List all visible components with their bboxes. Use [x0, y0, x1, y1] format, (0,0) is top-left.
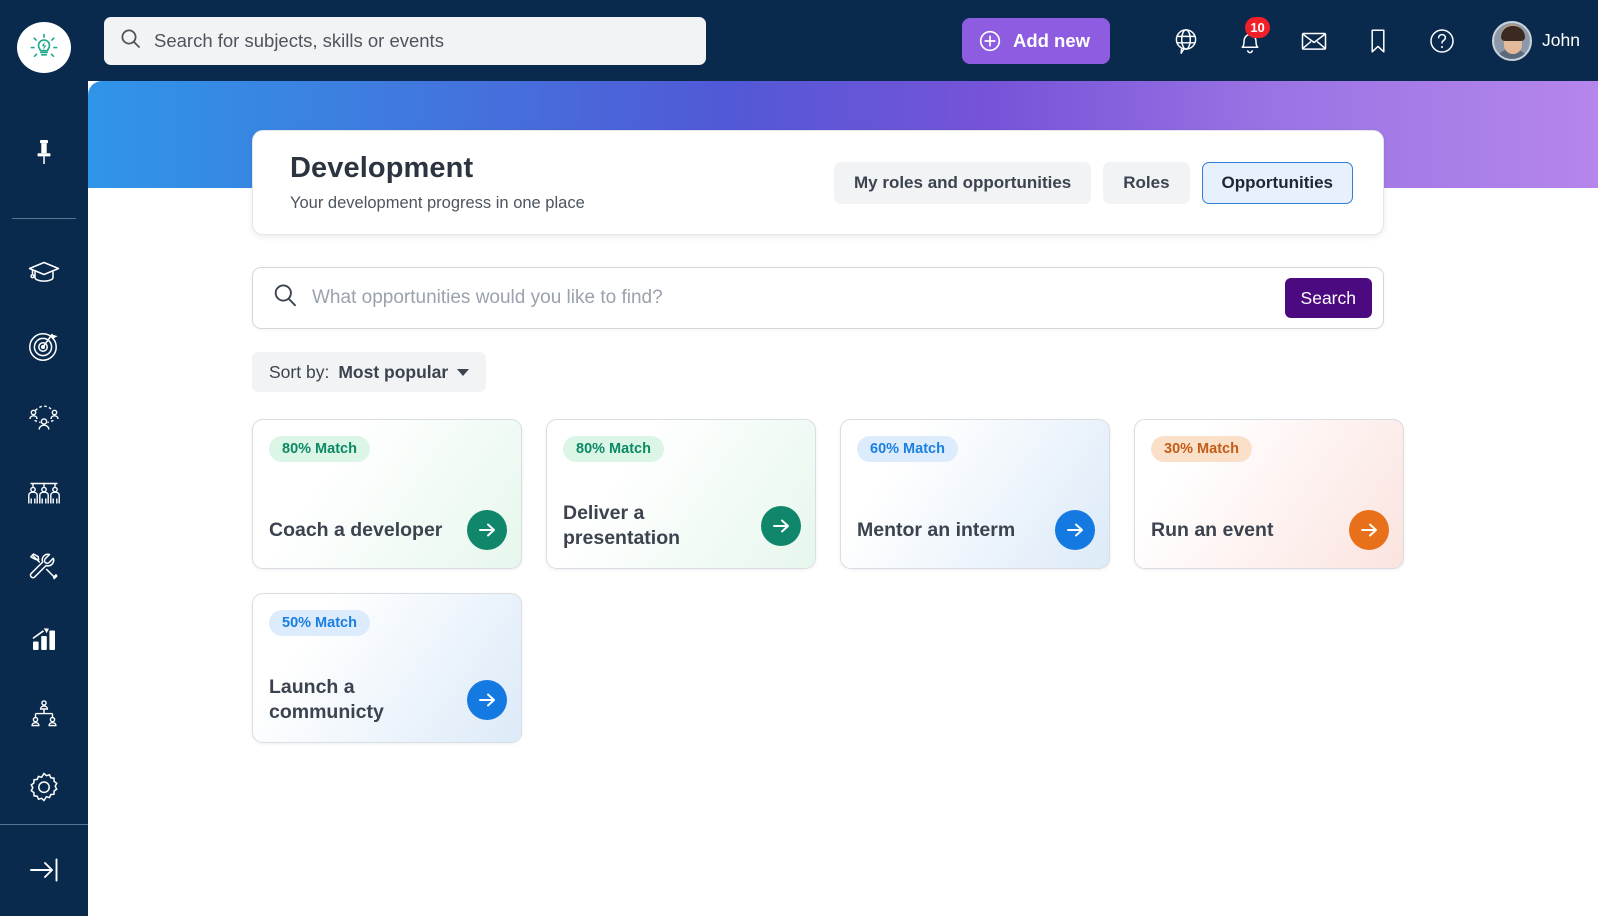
search-icon [120, 28, 141, 54]
app-logo[interactable] [17, 22, 71, 73]
card-footer: Coach a developer [269, 510, 507, 550]
messages-button[interactable] [1282, 17, 1346, 65]
sort-by-value: Most popular [338, 361, 449, 382]
help-circle-icon [1430, 28, 1454, 53]
search-input[interactable] [154, 29, 690, 52]
envelope-icon [1301, 32, 1327, 50]
chevron-down-icon [457, 368, 470, 376]
global-search[interactable] [104, 16, 706, 65]
sidebar-item-learning[interactable] [0, 235, 88, 309]
plus-circle-icon [979, 30, 1001, 51]
arrow-right-icon [479, 523, 495, 537]
sidebar-item-analytics[interactable] [0, 603, 88, 677]
tab-opportunities[interactable]: Opportunities [1201, 161, 1353, 204]
opportunity-cards: 80% Match Coach a developer 80% Match Deliv… [252, 419, 1432, 743]
topbar: Add new [88, 0, 1598, 81]
globe-chat-icon [1175, 28, 1197, 54]
bookmarks-button[interactable] [1346, 17, 1410, 65]
sort-by-prefix: Sort by: [269, 361, 330, 382]
sidebar-item-org-chart[interactable] [0, 677, 88, 751]
help-button[interactable] [1410, 17, 1474, 65]
avatar [1492, 20, 1533, 61]
arrow-right-icon [1361, 523, 1377, 537]
opportunity-search-input[interactable] [312, 287, 1285, 309]
tab-roles[interactable]: Roles [1103, 161, 1190, 204]
card-footer: Mentor an interm [857, 510, 1095, 550]
opportunity-card[interactable]: 30% Match Run an event [1134, 419, 1404, 569]
opportunity-title: Mentor an interm [857, 518, 1016, 541]
card-footer: Deliver a presentation [563, 501, 801, 550]
people-group-icon [28, 482, 60, 504]
arrow-right-icon [479, 693, 495, 707]
card-footer: Run an event [1151, 510, 1389, 550]
search-button[interactable]: Search [1284, 278, 1372, 318]
open-opportunity-button[interactable] [467, 679, 507, 720]
page-subtitle: Your development progress in one place [290, 194, 585, 212]
bar-chart-icon [32, 627, 55, 650]
opportunity-card[interactable]: 60% Match Mentor an interm [840, 419, 1110, 569]
notification-badge: 10 [1245, 16, 1271, 38]
sidebar-divider-top [12, 218, 76, 220]
card-footer: Launch a communicty [269, 675, 507, 724]
pin-icon [37, 139, 51, 164]
tab-my-roles-and-opportunities[interactable]: My roles and opportunities [834, 161, 1092, 204]
opportunity-card[interactable]: 50% Match Launch a communicty [252, 593, 522, 743]
tools-icon [29, 553, 58, 580]
team-network-icon [29, 405, 59, 430]
sidebar-item-pin[interactable] [0, 115, 88, 189]
target-goal-icon [29, 332, 58, 361]
sidebar-collapse-button[interactable] [0, 823, 88, 916]
open-opportunity-button[interactable] [1349, 510, 1389, 550]
sidebar-item-team[interactable] [0, 382, 88, 456]
opportunity-card[interactable]: 80% Match Coach a developer [252, 419, 522, 569]
gear-icon [30, 772, 58, 802]
header-tabs: My roles and opportunities Roles Opportu… [834, 161, 1353, 204]
opportunity-title: Launch a communicty [269, 676, 384, 723]
match-badge: 80% Match [269, 436, 370, 462]
add-new-label: Add new [1012, 29, 1091, 51]
opportunity-title: Deliver a presentation [563, 502, 681, 549]
arrow-to-line-right-icon [30, 858, 58, 882]
lightbulb-idea-icon [30, 34, 58, 58]
bookmark-icon [1371, 28, 1385, 53]
arrow-right-icon [1067, 523, 1083, 537]
sidebar [0, 0, 88, 916]
add-new-button[interactable]: Add new [961, 17, 1111, 64]
page-header-text: Development Your development progress in… [290, 152, 585, 213]
page-title: Development [290, 152, 474, 184]
opportunity-card[interactable]: 80% Match Deliver a presentation [546, 419, 816, 569]
sidebar-item-goals[interactable] [0, 309, 88, 383]
match-badge: 60% Match [857, 436, 958, 462]
sidebar-item-people[interactable] [0, 456, 88, 530]
app-root: Add new [0, 0, 1598, 916]
language-button[interactable] [1154, 17, 1218, 65]
sidebar-item-tools[interactable] [0, 530, 88, 604]
opportunity-title: Coach a developer [269, 518, 443, 541]
open-opportunity-button[interactable] [1055, 510, 1095, 550]
org-chart-icon [31, 700, 57, 727]
main-area: Add new [88, 0, 1598, 916]
search-icon [273, 283, 298, 313]
topbar-actions: Add new 10 John [961, 16, 1580, 65]
sidebar-item-settings[interactable] [0, 750, 88, 824]
graduation-cap-icon [28, 261, 60, 282]
arrow-right-icon [773, 519, 789, 533]
match-badge: 50% Match [269, 610, 370, 636]
user-menu[interactable]: John [1492, 20, 1580, 61]
opportunity-search-bar[interactable]: Search [252, 267, 1384, 329]
opportunity-title: Run an event [1151, 518, 1274, 541]
sort-by-dropdown[interactable]: Sort by: Most popular [252, 352, 487, 392]
notifications-button[interactable]: 10 [1218, 16, 1282, 65]
open-opportunity-button[interactable] [761, 505, 801, 546]
open-opportunity-button[interactable] [467, 510, 507, 550]
match-badge: 80% Match [563, 436, 664, 462]
match-badge: 30% Match [1151, 436, 1252, 462]
page-header-card: Development Your development progress in… [252, 130, 1384, 235]
user-name: John [1542, 30, 1580, 50]
